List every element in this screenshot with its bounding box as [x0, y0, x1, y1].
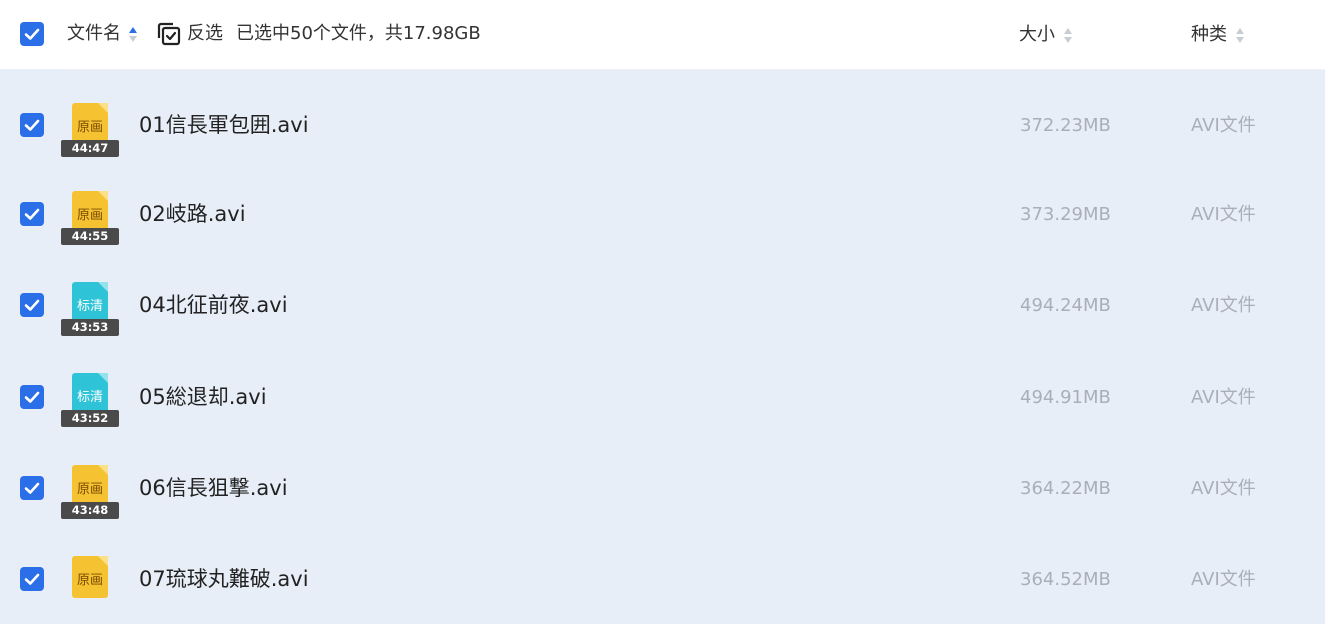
file-size: 364.52MB	[1020, 569, 1111, 590]
column-header-type[interactable]: 种类	[1191, 23, 1227, 47]
file-type: AVI文件	[1191, 387, 1256, 408]
select-all-checkbox[interactable]	[20, 22, 44, 46]
header-divider	[68, 69, 1325, 70]
row-checkbox[interactable]	[20, 113, 44, 137]
invert-selection-icon[interactable]	[157, 22, 181, 46]
duration-label: 44:55	[61, 228, 119, 245]
file-size: 364.22MB	[1020, 478, 1111, 499]
check-icon	[24, 482, 40, 494]
file-size: 372.23MB	[1020, 115, 1111, 136]
quality-badge: 原画	[76, 208, 103, 223]
row-checkbox[interactable]	[20, 293, 44, 317]
file-name[interactable]: 07琉球丸難破.avi	[139, 565, 309, 593]
file-row[interactable]: 标清 43:53 04北征前夜.avi 494.24MB AVI文件	[0, 260, 1325, 351]
video-thumbnail[interactable]: 标清 43:52	[61, 373, 119, 427]
selection-summary: 已选中50个文件，共17.98GB	[236, 23, 481, 44]
row-checkbox[interactable]	[20, 567, 44, 591]
file-name[interactable]: 05総退却.avi	[139, 383, 267, 411]
file-row[interactable]: 原画 44:47 01信長軍包囲.avi 372.23MB AVI文件	[0, 80, 1325, 171]
duration-label: 43:52	[61, 410, 119, 427]
quality-badge: 标清	[76, 299, 103, 314]
file-name[interactable]: 06信長狙撃.avi	[139, 474, 288, 502]
file-size: 494.91MB	[1020, 387, 1111, 408]
file-type: AVI文件	[1191, 569, 1256, 590]
file-type: AVI文件	[1191, 204, 1256, 225]
quality-badge: 标清	[76, 390, 103, 405]
file-row[interactable]: 标清 43:52 05総退却.avi 494.91MB AVI文件	[0, 351, 1325, 442]
duration-label: 43:53	[61, 319, 119, 336]
row-checkbox[interactable]	[20, 476, 44, 500]
check-icon	[24, 119, 40, 131]
file-row[interactable]: 原画 44:55 02岐路.avi 373.29MB AVI文件	[0, 169, 1325, 260]
file-type: AVI文件	[1191, 115, 1256, 136]
check-icon	[24, 208, 40, 220]
file-name[interactable]: 04北征前夜.avi	[139, 291, 288, 319]
video-thumbnail[interactable]: 原画	[61, 556, 119, 610]
file-size: 373.29MB	[1020, 204, 1111, 225]
file-name[interactable]: 02岐路.avi	[139, 200, 246, 228]
check-icon	[24, 28, 40, 40]
check-icon	[24, 391, 40, 403]
column-header-name[interactable]: 文件名	[67, 22, 121, 46]
video-thumbnail[interactable]: 标清 43:53	[61, 282, 119, 336]
file-size: 494.24MB	[1020, 295, 1111, 316]
row-checkbox[interactable]	[20, 385, 44, 409]
video-thumbnail[interactable]: 原画 43:48	[61, 465, 119, 519]
file-row[interactable]: 原画 07琉球丸難破.avi 364.52MB AVI文件	[0, 533, 1325, 624]
file-type: AVI文件	[1191, 478, 1256, 499]
file-name[interactable]: 01信長軍包囲.avi	[139, 111, 309, 139]
file-row[interactable]: 原画 43:48 06信長狙撃.avi 364.22MB AVI文件	[0, 442, 1325, 533]
duration-label: 44:47	[61, 140, 119, 157]
row-checkbox[interactable]	[20, 202, 44, 226]
file-type: AVI文件	[1191, 295, 1256, 316]
quality-badge: 原画	[76, 482, 103, 497]
check-icon	[24, 573, 40, 585]
duration-label: 43:48	[61, 502, 119, 519]
sort-size-icon[interactable]	[1063, 26, 1073, 46]
invert-selection-button[interactable]: 反选	[187, 22, 223, 46]
quality-badge: 原画	[76, 120, 103, 135]
file-list-header: 文件名 反选 已选中50个文件，共17.98GB 大小 种类	[0, 0, 1325, 69]
check-icon	[24, 299, 40, 311]
sort-ascending-icon[interactable]	[128, 25, 138, 45]
column-header-size[interactable]: 大小	[1019, 23, 1055, 47]
video-thumbnail[interactable]: 原画 44:55	[61, 191, 119, 245]
sort-type-icon[interactable]	[1235, 26, 1245, 46]
video-thumbnail[interactable]: 原画 44:47	[61, 103, 119, 157]
